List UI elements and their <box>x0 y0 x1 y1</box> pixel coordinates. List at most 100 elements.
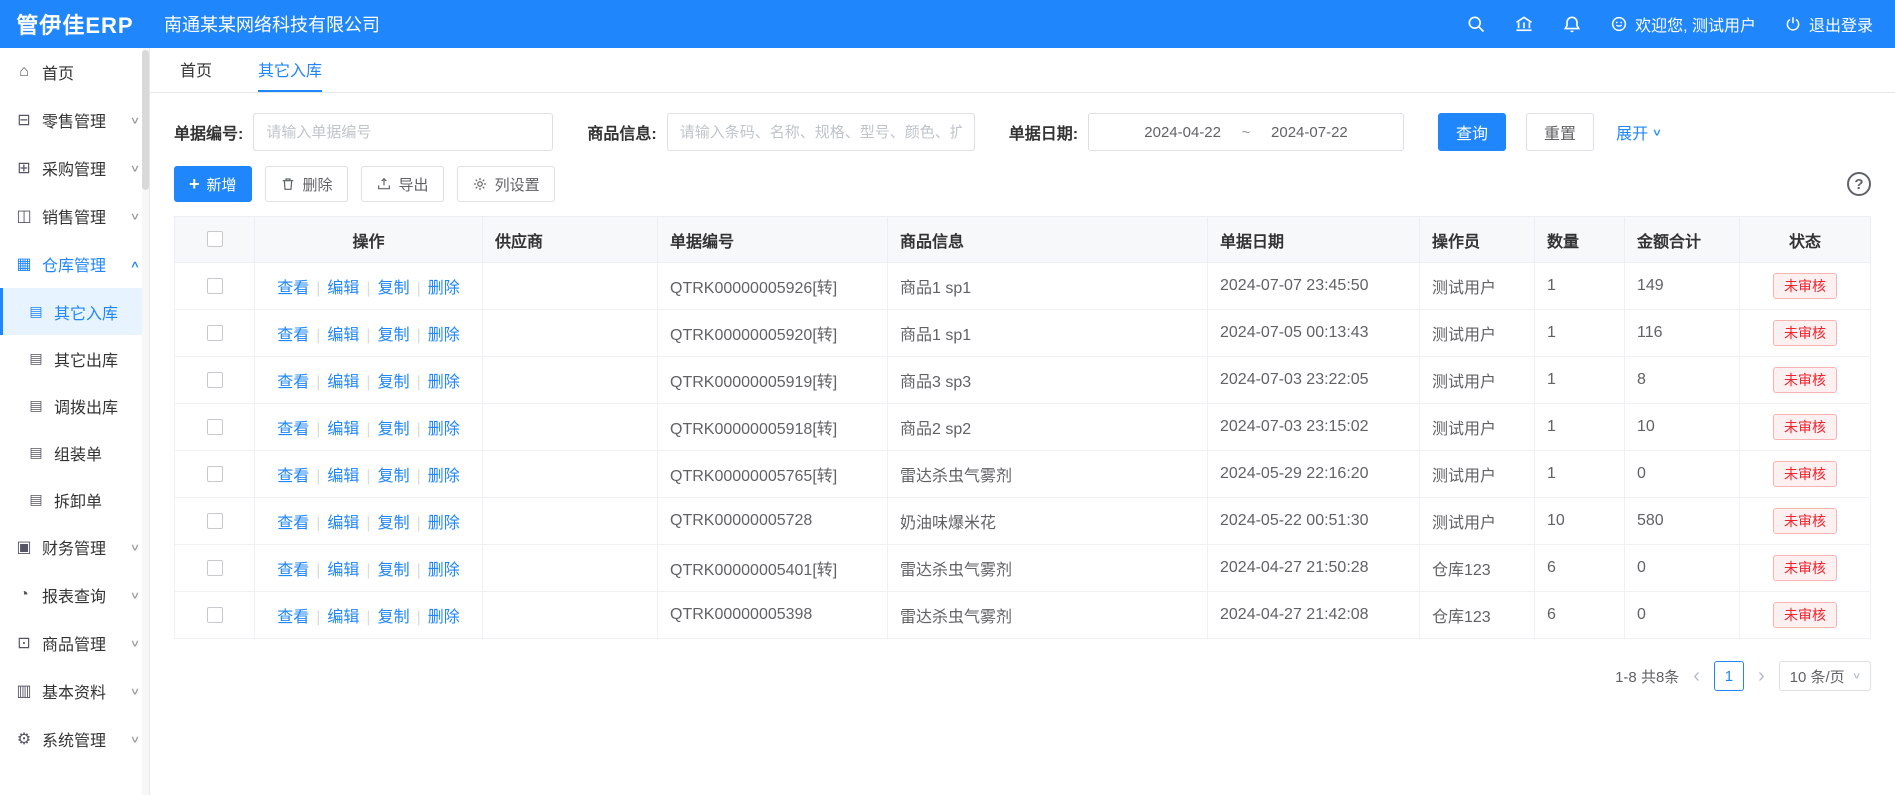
edit-link[interactable]: 编辑 <box>327 280 359 297</box>
view-link[interactable]: 查看 <box>277 515 309 532</box>
tab-other-inbound[interactable]: 其它入库 <box>258 48 322 92</box>
add-button[interactable]: + 新增 <box>174 166 252 202</box>
copy-link[interactable]: 复制 <box>378 468 410 485</box>
column-header-operator: 操作员 <box>1420 217 1535 263</box>
cell-bill-no: QTRK00000005728 <box>658 498 888 545</box>
tab-home[interactable]: 首页 <box>180 48 212 92</box>
delete-link[interactable]: 删除 <box>428 280 460 297</box>
status-badge: 未审核 <box>1773 367 1837 394</box>
sidebar-item-system[interactable]: ⚙ 系统管理 ∨ <box>0 715 149 763</box>
cell-amount: 10 <box>1625 404 1740 451</box>
row-checkbox[interactable] <box>207 466 223 482</box>
view-link[interactable]: 查看 <box>277 562 309 579</box>
search-button[interactable]: 查询 <box>1438 113 1506 151</box>
view-link[interactable]: 查看 <box>277 609 309 626</box>
date-range-picker[interactable]: 2024-04-22 ~ 2024-07-22 <box>1088 113 1404 151</box>
edit-link[interactable]: 编辑 <box>327 609 359 626</box>
sidebar-subitem-transfer-outbound[interactable]: ▤ 调拨出库 <box>0 382 149 429</box>
row-checkbox[interactable] <box>207 607 223 623</box>
delete-link[interactable]: 删除 <box>428 562 460 579</box>
sidebar-subitem-assembly[interactable]: ▤ 组装单 <box>0 429 149 476</box>
delete-button[interactable]: 删除 <box>265 166 348 202</box>
row-actions: 查看|编辑|复制|删除 <box>255 498 483 545</box>
sidebar-item-purchase[interactable]: ⊞ 采购管理 ∨ <box>0 144 149 192</box>
view-link[interactable]: 查看 <box>277 421 309 438</box>
next-page-icon[interactable]: › <box>1756 666 1767 686</box>
delete-link[interactable]: 删除 <box>428 421 460 438</box>
page-size-select[interactable]: 10 条/页 ∨ <box>1779 661 1871 691</box>
copy-link[interactable]: 复制 <box>378 562 410 579</box>
sidebar-item-sales[interactable]: ◫ 销售管理 ∨ <box>0 192 149 240</box>
sidebar-item-basic-data[interactable]: ▥ 基本资料 ∨ <box>0 667 149 715</box>
view-link[interactable]: 查看 <box>277 327 309 344</box>
expand-filters-link[interactable]: 展开 ∨ <box>1616 120 1661 144</box>
bell-icon[interactable] <box>1562 14 1582 34</box>
sidebar-item-finance[interactable]: ▣ 财务管理 ∨ <box>0 523 149 571</box>
sidebar-item-retail[interactable]: ⊟ 零售管理 ∨ <box>0 96 149 144</box>
finance-icon: ▣ <box>14 537 34 557</box>
copy-link[interactable]: 复制 <box>378 280 410 297</box>
column-header-date: 单据日期 <box>1208 217 1420 263</box>
select-all-checkbox[interactable] <box>207 231 223 247</box>
delete-link[interactable]: 删除 <box>428 609 460 626</box>
delete-link[interactable]: 删除 <box>428 374 460 391</box>
copy-link[interactable]: 复制 <box>378 421 410 438</box>
export-button[interactable]: 导出 <box>361 166 444 202</box>
edit-link[interactable]: 编辑 <box>327 468 359 485</box>
row-checkbox[interactable] <box>207 419 223 435</box>
chevron-down-icon: ∨ <box>130 114 140 126</box>
sidebar-subitem-disassembly[interactable]: ▤ 拆卸单 <box>0 476 149 523</box>
edit-link[interactable]: 编辑 <box>327 327 359 344</box>
sidebar-item-home[interactable]: ⌂ 首页 <box>0 48 149 96</box>
view-link[interactable]: 查看 <box>277 280 309 297</box>
copy-link[interactable]: 复制 <box>378 327 410 344</box>
search-icon[interactable] <box>1466 14 1486 34</box>
bill-no-input[interactable] <box>253 113 553 151</box>
view-link[interactable]: 查看 <box>277 468 309 485</box>
chevron-down-icon: ∨ <box>130 733 140 745</box>
cell-date: 2024-07-07 23:45:50 <box>1208 263 1420 310</box>
edit-link[interactable]: 编辑 <box>327 515 359 532</box>
view-link[interactable]: 查看 <box>277 374 309 391</box>
company-name: 南通某某网络科技有限公司 <box>164 11 380 37</box>
delete-link[interactable]: 删除 <box>428 468 460 485</box>
copy-link[interactable]: 复制 <box>378 609 410 626</box>
help-icon[interactable]: ? <box>1847 172 1871 196</box>
copy-link[interactable]: 复制 <box>378 515 410 532</box>
current-page[interactable]: 1 <box>1714 661 1744 691</box>
row-checkbox[interactable] <box>207 372 223 388</box>
sidebar-scrollbar-thumb[interactable] <box>142 50 149 190</box>
copy-link[interactable]: 复制 <box>378 374 410 391</box>
edit-link[interactable]: 编辑 <box>327 374 359 391</box>
prev-page-icon[interactable]: ‹ <box>1691 666 1702 686</box>
product-input[interactable] <box>667 113 975 151</box>
date-to[interactable]: 2024-07-22 <box>1264 124 1354 141</box>
edit-link[interactable]: 编辑 <box>327 562 359 579</box>
welcome-user[interactable]: 欢迎您, 测试用户 <box>1610 12 1756 36</box>
sidebar-item-reports[interactable]: ◔ 报表查询 ∨ <box>0 571 149 619</box>
row-checkbox[interactable] <box>207 325 223 341</box>
table-row: 查看|编辑|复制|删除 QTRK00000005398 雷达杀虫气雾剂 2024… <box>175 592 1871 639</box>
table-row: 查看|编辑|复制|删除 QTRK00000005728 奶油味爆米花 2024-… <box>175 498 1871 545</box>
date-from[interactable]: 2024-04-22 <box>1138 124 1228 141</box>
sidebar-item-goods[interactable]: ⊡ 商品管理 ∨ <box>0 619 149 667</box>
column-settings-button[interactable]: 列设置 <box>457 166 555 202</box>
goods-icon: ⊡ <box>14 633 34 653</box>
doc-icon: ▤ <box>26 444 46 461</box>
delete-link[interactable]: 删除 <box>428 327 460 344</box>
reset-button[interactable]: 重置 <box>1526 113 1594 151</box>
row-checkbox[interactable] <box>207 278 223 294</box>
sidebar: ⌂ 首页 ⊟ 零售管理 ∨ ⊞ 采购管理 ∨ ◫ 销售管理 ∨ ▦ 仓库管理 ∧ <box>0 48 150 795</box>
records-table: 操作 供应商 单据编号 商品信息 单据日期 操作员 数量 金额合计 状态 <box>174 216 1871 639</box>
logout-button[interactable]: 退出登录 <box>1784 12 1873 36</box>
sidebar-subitem-other-outbound[interactable]: ▤ 其它出库 <box>0 335 149 382</box>
cell-qty: 1 <box>1535 404 1625 451</box>
row-checkbox[interactable] <box>207 560 223 576</box>
sidebar-subitem-other-inbound[interactable]: ▤ 其它入库 <box>0 288 149 335</box>
bank-icon[interactable] <box>1514 14 1534 34</box>
sidebar-item-warehouse[interactable]: ▦ 仓库管理 ∧ <box>0 240 149 288</box>
row-checkbox[interactable] <box>207 513 223 529</box>
delete-link[interactable]: 删除 <box>428 515 460 532</box>
edit-link[interactable]: 编辑 <box>327 421 359 438</box>
cell-bill-no: QTRK00000005920[转] <box>658 310 888 357</box>
